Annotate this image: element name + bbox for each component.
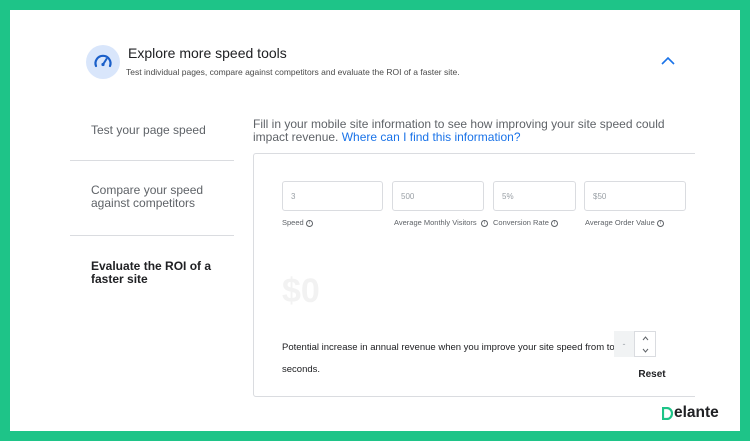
section-title: Explore more speed tools — [128, 45, 287, 61]
page-frame: Explore more speed tools Test individual… — [10, 10, 740, 431]
order-value-label: Average Order Value i — [585, 217, 664, 229]
chevron-up-icon[interactable] — [642, 335, 649, 341]
stepper-arrows[interactable] — [634, 331, 656, 357]
order-value-input[interactable] — [584, 181, 686, 211]
monthly-visitors-input[interactable] — [392, 181, 484, 211]
brand-logo: elante — [662, 404, 719, 422]
info-icon[interactable]: i — [480, 219, 488, 227]
intro-text: Fill in your mobile site information to … — [253, 118, 693, 144]
revenue-result: $0 — [282, 272, 320, 310]
info-icon[interactable]: i — [305, 219, 313, 227]
info-icon[interactable]: i — [656, 219, 664, 227]
chevron-up-icon[interactable] — [658, 52, 678, 68]
sidebar-item-evaluate-roi[interactable]: Evaluate the ROI of a faster site — [70, 260, 220, 286]
speed-label: Speed i — [282, 217, 313, 229]
info-icon[interactable]: i — [550, 219, 558, 227]
conversion-rate-input[interactable] — [493, 181, 576, 211]
stepper-value[interactable]: - — [614, 331, 634, 357]
sidebar-divider — [70, 235, 234, 236]
sidebar-item-compare-speed[interactable]: Compare your speed against competitors — [70, 184, 234, 210]
sidebar-divider — [70, 160, 234, 161]
reset-button[interactable]: Reset — [632, 369, 672, 380]
sidebar-item-test-speed[interactable]: Test your page speed — [70, 124, 234, 137]
target-speed-stepper[interactable]: - — [614, 331, 656, 357]
speed-input[interactable] — [282, 181, 383, 211]
monthly-visitors-label: Average Monthly Visitors i — [394, 217, 489, 229]
speedometer-icon — [86, 45, 120, 79]
logo-text: elante — [674, 404, 719, 421]
info-link[interactable]: Where can I find this information? — [342, 130, 521, 144]
conversion-rate-label: Conversion Rate i — [493, 217, 558, 229]
potential-increase-text: Potential increase in annual revenue whe… — [282, 342, 615, 375]
chevron-down-icon[interactable] — [642, 348, 649, 353]
section-subtitle: Test individual pages, compare against c… — [126, 67, 460, 77]
